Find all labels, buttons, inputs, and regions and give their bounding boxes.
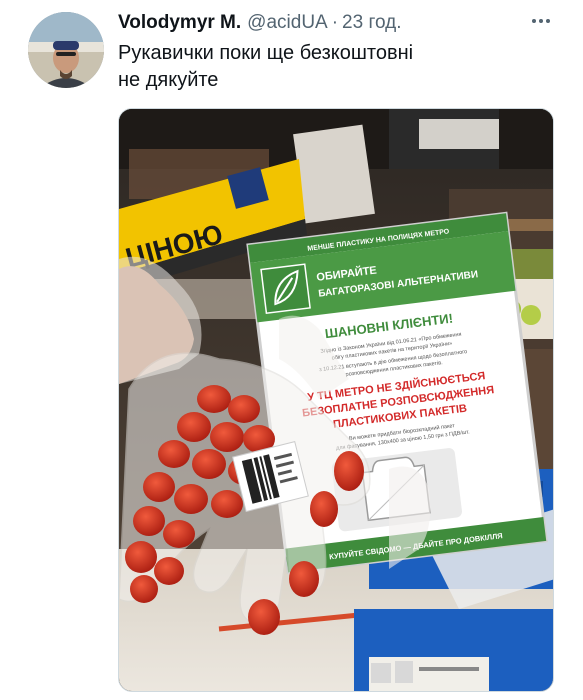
tweet-text-line: не дякуйте [118,69,219,91]
tweet: Volodymyr M. @acidUA · 23 год. Рукавички… [0,0,583,700]
header-separator: · [331,12,339,33]
author-handle[interactable]: @acidUA [247,12,328,34]
avatar[interactable] [28,12,104,88]
author-name[interactable]: Volodymyr M. [118,12,241,34]
more-dots-icon [532,19,550,23]
tweet-header: Volodymyr M. @acidUA · 23 год. [118,12,402,34]
more-options-button[interactable] [528,10,554,32]
tweet-text: Рукавички поки ще безкоштовні не дякуйте [118,40,558,94]
store-photo: ЦІНОЮ МЕНШЕ ПЛАСТИКУ НА ПОЛИЦЯХ МЕТРО ОБ… [119,109,553,691]
tweet-media-photo[interactable]: ЦІНОЮ МЕНШЕ ПЛАСТИКУ НА ПОЛИЦЯХ МЕТРО ОБ… [118,108,554,692]
tweet-timestamp[interactable]: 23 год. [342,12,401,34]
avatar-photo [28,12,104,88]
tweet-text-line: Рукавички поки ще безкоштовні [118,42,414,64]
